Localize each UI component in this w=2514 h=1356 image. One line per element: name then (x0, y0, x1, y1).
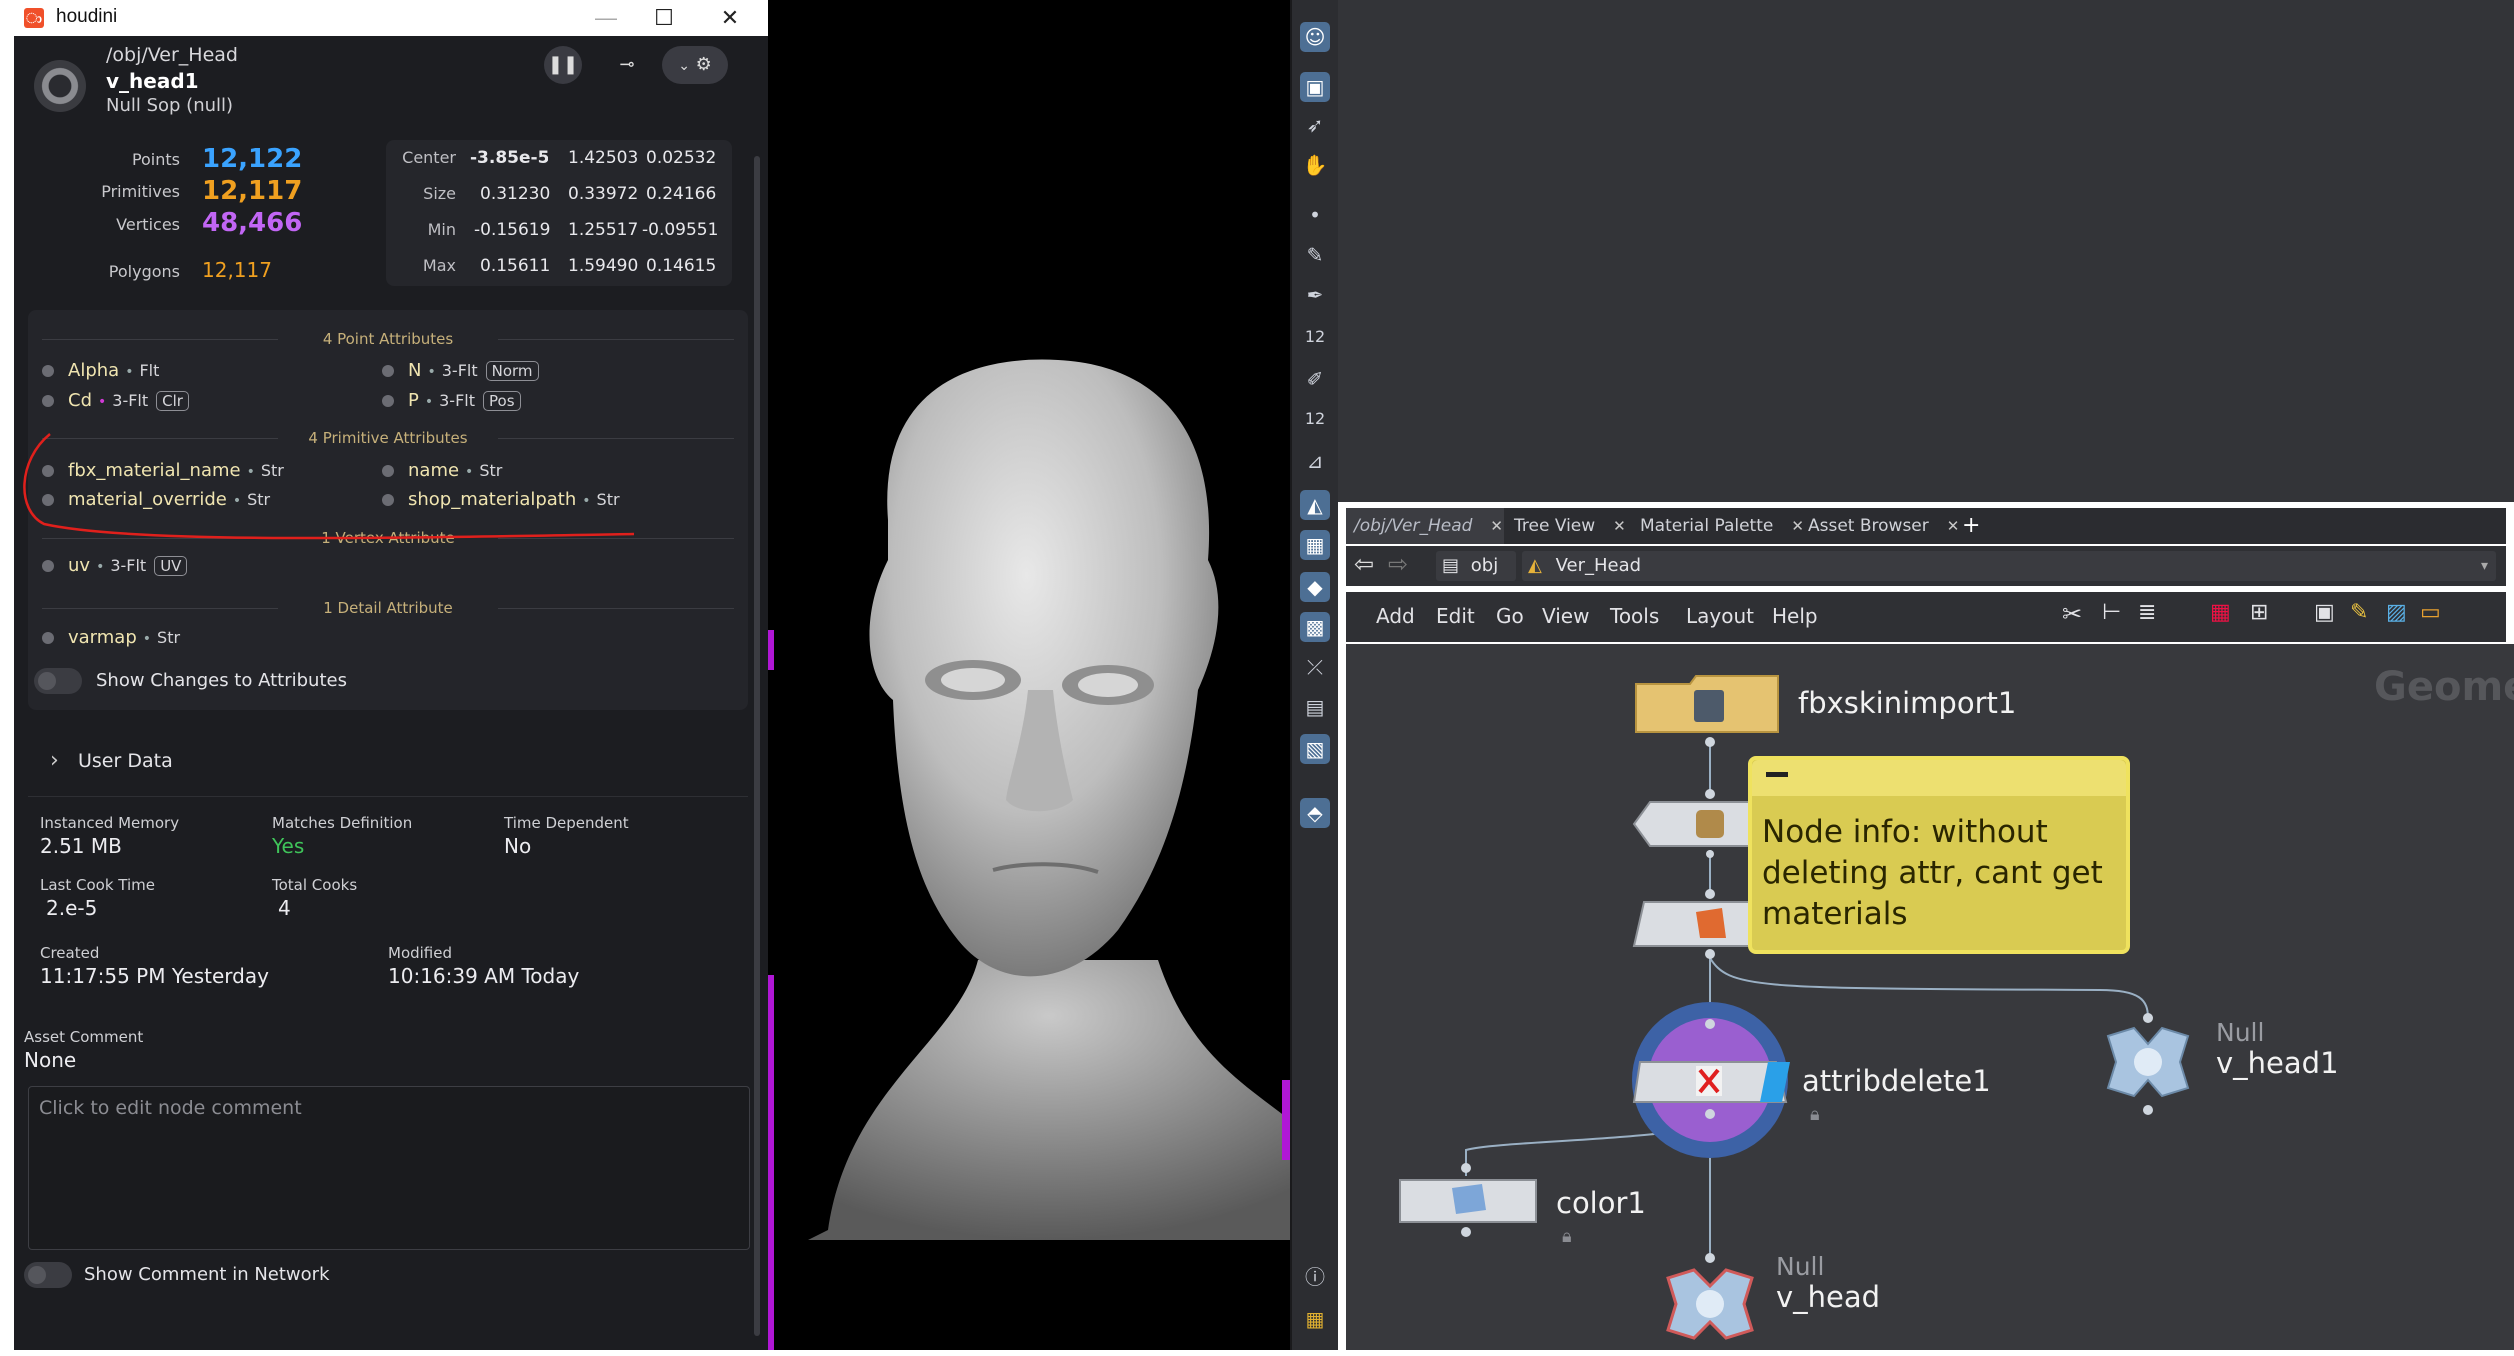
node-label-v-head[interactable]: v_head (1776, 1280, 1880, 1314)
sticky-note-header[interactable] (1752, 760, 2126, 796)
lock-icon: 🔒︎ (1562, 1226, 1572, 1247)
node-label-attribdelete1[interactable]: attribdelete1 (1802, 1064, 1991, 1098)
sticky-note[interactable]: Node info: without deleting attr, cant g… (1748, 756, 2130, 954)
collapse-icon[interactable] (1766, 772, 1788, 777)
node-color1[interactable] (1390, 1160, 1550, 1240)
node-label-v-head1[interactable]: v_head1 (2216, 1046, 2339, 1080)
node-type-null: Null (2216, 1018, 2265, 1047)
node-label-color1[interactable]: color1 (1556, 1186, 1646, 1220)
node-label-fbxskinimport1[interactable]: fbxskinimport1 (1798, 686, 2016, 720)
node-type-null: Null (1776, 1252, 1825, 1281)
lock-icon: 🔒︎ (1810, 1104, 1820, 1125)
node-fbxskinimport1[interactable] (1630, 672, 1790, 748)
node-v-head1[interactable] (2094, 1004, 2214, 1124)
node-attribdelete1[interactable] (1630, 1000, 1790, 1160)
context-watermark: Geome (2374, 664, 2514, 710)
sticky-note-text[interactable]: Node info: without deleting attr, cant g… (1762, 812, 2112, 935)
network-wires (1465, 746, 2149, 1254)
node-v-head[interactable] (1650, 1250, 1770, 1356)
